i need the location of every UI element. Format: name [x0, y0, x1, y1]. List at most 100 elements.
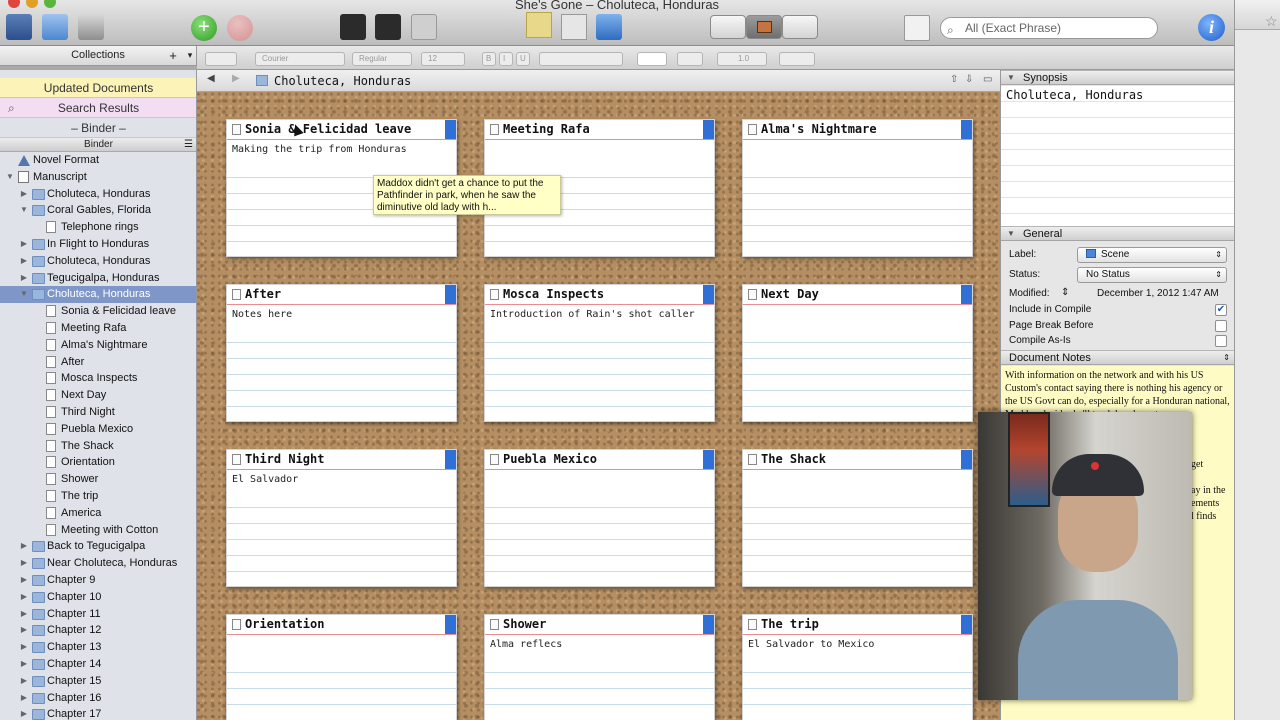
binder-item[interactable]: America: [0, 505, 196, 522]
card-title[interactable]: Meeting Rafa: [503, 122, 590, 136]
binder-item[interactable]: Third Night: [0, 404, 196, 421]
disclosure-collapsed-icon[interactable]: ▶: [19, 656, 29, 673]
view-outliner-button[interactable]: [782, 15, 818, 39]
binder-item[interactable]: ▶ Chapter 9: [0, 572, 196, 589]
font-size-popup[interactable]: 12: [421, 52, 465, 66]
binder-item[interactable]: Next Day: [0, 387, 196, 404]
binder-item[interactable]: ▼ Choluteca, Honduras: [0, 286, 196, 304]
binder-item[interactable]: ▶ Chapter 17: [0, 706, 196, 720]
card-title[interactable]: Third Night: [245, 452, 324, 466]
modified-stepper-icon[interactable]: ⇕: [1061, 287, 1069, 298]
card-synopsis[interactable]: El Salvador to Mexico: [748, 639, 970, 650]
forward-arrow-icon[interactable]: ▶: [232, 73, 240, 84]
status-popup[interactable]: No Status ⇕: [1077, 267, 1227, 283]
back-arrow-icon[interactable]: ◀: [207, 73, 215, 84]
export-icon[interactable]: [596, 14, 622, 40]
disclosure-collapsed-icon[interactable]: ▶: [19, 253, 29, 270]
binder-item[interactable]: ▶ Choluteca, Honduras: [0, 253, 196, 270]
delete-document-icon[interactable]: [227, 15, 253, 41]
binder-item[interactable]: Puebla Mexico: [0, 421, 196, 438]
document-notes-header[interactable]: Document Notes ⇕: [1001, 350, 1234, 365]
card-title[interactable]: The Shack: [761, 452, 826, 466]
paragraph-style-popup[interactable]: [205, 52, 237, 66]
label-popup[interactable]: Scene ⇕: [1077, 247, 1227, 263]
disclosure-collapsed-icon[interactable]: ▶: [19, 673, 29, 690]
add-document-icon[interactable]: +: [191, 15, 217, 41]
quickref-icon[interactable]: [78, 14, 104, 40]
italic-button[interactable]: I: [499, 52, 513, 66]
binder-item[interactable]: ▶ Tegucigalpa, Honduras: [0, 270, 196, 287]
card-title[interactable]: Sonia & Felicidad leave: [245, 122, 411, 136]
binder-item[interactable]: ▶ Near Choluteca, Honduras: [0, 555, 196, 572]
disclosure-expanded-icon[interactable]: ▼: [5, 169, 15, 186]
highlight-color-button[interactable]: [677, 52, 703, 66]
font-style-popup[interactable]: Regular: [352, 52, 412, 66]
keywords-icon[interactable]: [375, 14, 401, 40]
card-synopsis[interactable]: Making the trip from Honduras: [232, 144, 454, 155]
search-input[interactable]: ⌕ All (Exact Phrase): [940, 17, 1158, 39]
disclosure-collapsed-icon[interactable]: ▶: [19, 690, 29, 707]
collection-binder[interactable]: – Binder –: [0, 118, 196, 138]
binder-item[interactable]: Mosca Inspects: [0, 370, 196, 387]
index-card[interactable]: Orientation: [226, 614, 457, 720]
disclosure-expanded-icon[interactable]: ▼: [19, 286, 29, 303]
index-card[interactable]: Alma's Nightmare: [742, 119, 973, 257]
bold-button[interactable]: B: [482, 52, 496, 66]
binder-item[interactable]: Telephone rings: [0, 219, 196, 236]
binder-item[interactable]: The trip: [0, 488, 196, 505]
index-card[interactable]: After Notes here: [226, 284, 457, 422]
index-card[interactable]: Third Night El Salvador: [226, 449, 457, 587]
disclosure-collapsed-icon[interactable]: ▶: [19, 589, 29, 606]
inspector-toggle-button[interactable]: i: [1198, 14, 1225, 41]
disclosure-collapsed-icon[interactable]: ▶: [19, 186, 29, 203]
page-break-before-checkbox[interactable]: [1215, 320, 1227, 332]
text-color-well[interactable]: [637, 52, 667, 66]
view-scrivenings-button[interactable]: [710, 15, 746, 39]
next-document-icon[interactable]: ⇩: [965, 74, 973, 85]
binder-item[interactable]: Novel Format: [0, 152, 196, 169]
card-title[interactable]: Orientation: [245, 617, 324, 631]
composition-mode-icon[interactable]: [340, 14, 366, 40]
split-editor-icon[interactable]: [411, 14, 437, 40]
card-title[interactable]: Next Day: [761, 287, 819, 301]
index-card[interactable]: The Shack: [742, 449, 973, 587]
collections-menu-button[interactable]: ▾: [184, 46, 196, 65]
binder-item[interactable]: ▶ Chapter 12: [0, 622, 196, 639]
card-title[interactable]: Shower: [503, 617, 546, 631]
collection-search-results[interactable]: ⌕ Search Results: [0, 98, 196, 118]
list-style-popup[interactable]: [779, 52, 815, 66]
card-synopsis[interactable]: Notes here: [232, 309, 454, 320]
disclosure-collapsed-icon[interactable]: ▶: [19, 639, 29, 656]
binder-item[interactable]: Orientation: [0, 454, 196, 471]
index-card[interactable]: Puebla Mexico: [484, 449, 715, 587]
binder-item[interactable]: Sonia & Felicidad leave: [0, 303, 196, 320]
split-toggle-icon[interactable]: ▭: [983, 74, 992, 85]
index-card[interactable]: Next Day: [742, 284, 973, 422]
snapshot-icon[interactable]: [526, 12, 552, 38]
binder-item[interactable]: ▶ Chapter 14: [0, 656, 196, 673]
binder-item[interactable]: After: [0, 354, 196, 371]
disclosure-collapsed-icon[interactable]: ▶: [19, 270, 29, 287]
compile-icon[interactable]: [561, 14, 587, 40]
binder-item[interactable]: ▶ Chapter 16: [0, 690, 196, 707]
compile-as-is-checkbox[interactable]: [1215, 335, 1227, 347]
binder-item[interactable]: ▼ Manuscript: [0, 169, 196, 186]
binder-item[interactable]: ▶ In Flight to Honduras: [0, 236, 196, 253]
binder-item[interactable]: Meeting with Cotton: [0, 522, 196, 539]
card-title[interactable]: Puebla Mexico: [503, 452, 597, 466]
binder-item[interactable]: Meeting Rafa: [0, 320, 196, 337]
disclosure-collapsed-icon[interactable]: ▶: [19, 538, 29, 555]
disclosure-collapsed-icon[interactable]: ▶: [19, 706, 29, 720]
card-title[interactable]: Alma's Nightmare: [761, 122, 877, 136]
card-synopsis[interactable]: Alma reflecs: [490, 639, 712, 650]
card-title[interactable]: Mosca Inspects: [503, 287, 604, 301]
view-corkboard-button[interactable]: [746, 15, 782, 39]
disclosure-collapsed-icon[interactable]: ▶: [19, 236, 29, 253]
card-synopsis[interactable]: Introduction of Rain's shot caller: [490, 309, 712, 320]
disclosure-triangle-icon[interactable]: ▼: [1007, 71, 1015, 85]
collection-updated-documents[interactable]: Updated Documents: [0, 78, 196, 98]
index-card[interactable]: Mosca Inspects Introduction of Rain's sho…: [484, 284, 715, 422]
binder-item[interactable]: ▶ Chapter 15: [0, 673, 196, 690]
disclosure-triangle-icon[interactable]: ▼: [1007, 227, 1015, 241]
previous-document-icon[interactable]: ⇧: [950, 74, 958, 85]
